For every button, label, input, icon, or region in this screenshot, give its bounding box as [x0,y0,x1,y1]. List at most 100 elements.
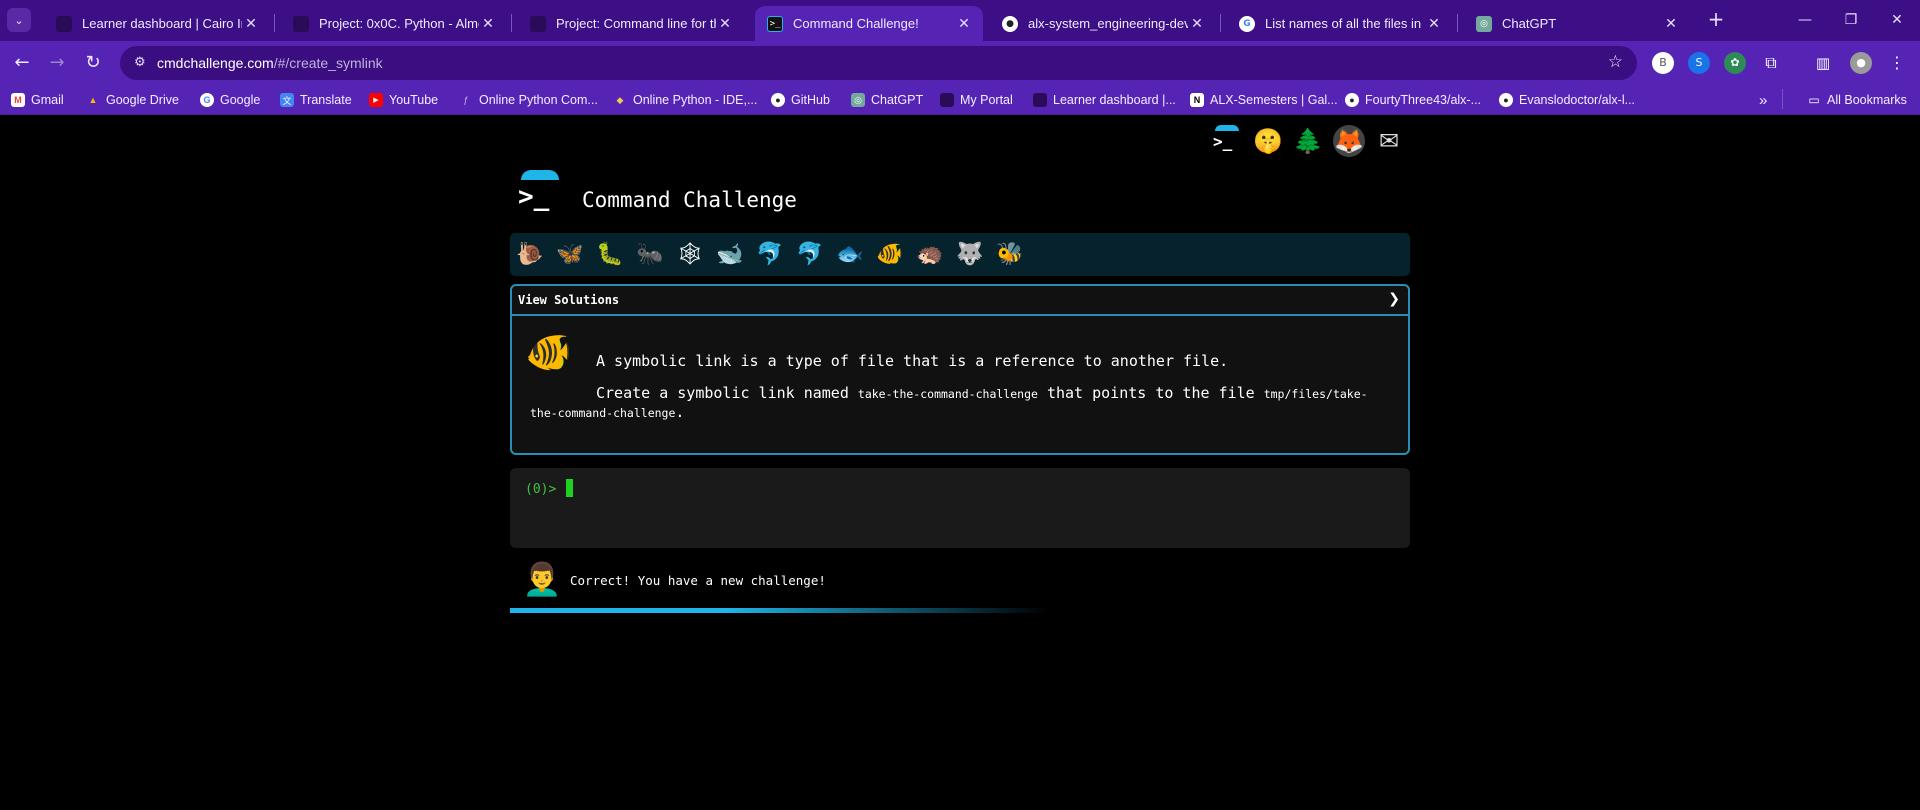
level-web-icon[interactable]: 🕸 [675,240,705,270]
bookmark-google-drive[interactable]: ▲ Google Drive [86,91,179,109]
level-tropical-fish-icon[interactable]: 🐠 [875,240,905,270]
bookmark-label: Gmail [31,93,64,107]
github-icon: ● [771,93,785,107]
profile-badge-icon[interactable]: B [1652,52,1674,74]
shushing-face-icon[interactable]: 🤫 [1252,125,1284,157]
terminal-logo-icon[interactable]: >_ [1211,125,1243,157]
close-icon[interactable]: ✕ [716,16,734,32]
new-tab-button[interactable]: + [1704,8,1728,32]
terminal-prompt: (0)> [525,482,557,497]
bookmark-online-python-ide[interactable]: ◆ Online Python - IDE,... [613,91,758,109]
bookmark-chatgpt[interactable]: ◎ ChatGPT [851,91,923,109]
notion-icon: N [1190,93,1204,107]
url-host: cmdchallenge.com [157,55,274,71]
bookmark-label: My Portal [960,93,1013,107]
level-ant-icon[interactable]: 🐜 [635,240,665,270]
level-dolphin-icon[interactable]: 🐬 [795,240,825,270]
bookmark-alx-semesters[interactable]: N ALX-Semesters | Gal... [1190,91,1338,109]
tab-command-line[interactable]: Project: Command line for the w ✕ [518,6,744,41]
level-snail-icon[interactable]: 🐌 [515,240,545,270]
terminal-cursor [566,479,573,497]
bookmark-my-portal[interactable]: My Portal [940,91,1013,109]
address-bar[interactable]: ⚙ cmdchallenge.com/#/create_symlink ☆ [120,46,1637,80]
bookmark-label: YouTube [389,93,439,107]
bookmark-label: GitHub [791,93,830,107]
github-icon: ● [1345,93,1359,107]
level-dolphin-icon[interactable]: 🐬 [755,240,785,270]
bookmarks-overflow-icon[interactable]: » [1759,91,1767,109]
tab-alx-system-engineering[interactable]: ● alx-system_engineering-devops ✕ [990,6,1216,41]
reload-icon[interactable]: ↻ [79,49,107,77]
close-window-button[interactable]: ✕ [1874,0,1920,41]
github-icon: ● [1499,93,1513,107]
mail-icon[interactable]: ✉ [1373,125,1405,157]
tab-python-almost[interactable]: Project: 0x0C. Python - Almost a ✕ [281,6,507,41]
avatar[interactable]: ● [1850,52,1872,74]
bookmark-learner-dashboard[interactable]: Learner dashboard |... [1033,91,1176,109]
tab-search-chevron-icon[interactable]: ⌄ [7,8,31,32]
translate-icon: 文 [280,93,294,107]
bookmark-fourtythree43[interactable]: ● FourtyThree43/alx-... [1345,91,1481,109]
gmail-icon: M [11,93,25,107]
terminal-input[interactable]: (0)> [510,468,1410,548]
feedback-progress-bar [510,608,1050,613]
url-text[interactable]: cmdchallenge.com/#/create_symlink [157,55,383,71]
close-icon[interactable]: ✕ [1425,16,1443,32]
chevron-right-icon[interactable]: ❯ [1388,291,1400,307]
bookmark-star-icon[interactable]: ☆ [1608,52,1623,72]
tab-google-search[interactable]: G List names of all the files in the ✕ [1227,6,1453,41]
forward-arrow-icon[interactable]: → [43,49,71,77]
tree-icon[interactable]: 🌲 [1292,125,1324,157]
close-icon[interactable]: ✕ [955,16,973,32]
page-content: >_ 🤫 🌲 🦊 ✉ >_ Command Challenge 🐌 🦋 🐛 🐜 … [0,115,1920,810]
restore-button[interactable]: ❐ [1828,0,1874,41]
google-icon: G [1239,15,1255,32]
level-bee-icon[interactable]: 🐝 [995,240,1025,270]
close-icon[interactable]: ✕ [1188,16,1206,32]
bookmark-online-python-compiler[interactable]: ƒ Online Python Com... [459,91,597,109]
gitlab-icon[interactable]: 🦊 [1333,125,1365,157]
tab-title: Project: Command line for the w [556,16,716,31]
level-hedgehog-icon[interactable]: 🦔 [915,240,945,270]
extensions-puzzle-icon[interactable]: ⧉ [1760,52,1782,74]
site-info-icon[interactable]: ⚙ [134,55,146,70]
bookmark-gmail[interactable]: M Gmail [11,91,64,109]
side-panel-icon[interactable]: ▥ [1812,52,1834,74]
tab-title: Command Challenge! [793,16,919,31]
tab-command-challenge[interactable]: >_ Command Challenge! ✕ [755,6,983,41]
extension-leaf-icon[interactable]: ✿ [1724,52,1746,74]
bookmarks-bar: M Gmail ▲ Google Drive G Google 文 Translate … [0,85,1920,115]
tab-chatgpt[interactable]: ◎ ChatGPT ✕ [1464,6,1690,41]
bookmark-youtube[interactable]: ▶ YouTube [369,91,438,109]
view-solutions-toggle[interactable]: View Solutions ❯ [512,286,1408,316]
task-text: that points to the file [1037,384,1264,402]
challenge-description: A symbolic link is a type of file that i… [596,352,1229,370]
back-arrow-icon[interactable]: ← [8,49,36,77]
all-bookmarks-button[interactable]: ▭ All Bookmarks [1807,91,1907,109]
site-logo[interactable]: >_ [518,170,560,212]
close-icon[interactable]: ✕ [242,16,260,32]
logo-cap [521,170,559,180]
level-butterfly-icon[interactable]: 🦋 [555,240,585,270]
bookmark-evanslodoctor[interactable]: ● Evanslodoctor/alx-l... [1499,91,1635,109]
bookmark-github[interactable]: ● GitHub [771,91,830,109]
bookmark-google[interactable]: G Google [200,91,260,109]
bookmark-translate[interactable]: 文 Translate [280,91,352,109]
chatgpt-icon: ◎ [1476,15,1492,32]
task-text: Create a symbolic link named [596,384,858,402]
level-fish-icon[interactable]: 🐟 [835,240,865,270]
close-icon[interactable]: ✕ [479,16,497,32]
shazam-extension-icon[interactable]: S [1688,52,1710,74]
portal-icon [940,93,954,107]
menu-dots-icon[interactable]: ⋮ [1886,52,1908,74]
level-caterpillar-icon[interactable]: 🐛 [595,240,625,270]
minimize-button[interactable]: — [1782,0,1828,41]
alx-favicon-icon [56,15,72,32]
tab-title: alx-system_engineering-devops [1028,16,1188,31]
bookmarks-divider [1782,89,1783,109]
level-whale-icon[interactable]: 🐋 [715,240,745,270]
level-wolf-icon[interactable]: 🐺 [955,240,985,270]
close-icon[interactable]: ✕ [1662,16,1680,32]
tab-learner-dashboard[interactable]: Learner dashboard | Cairo Intra ✕ [44,6,270,41]
page-title: Command Challenge [582,188,797,212]
